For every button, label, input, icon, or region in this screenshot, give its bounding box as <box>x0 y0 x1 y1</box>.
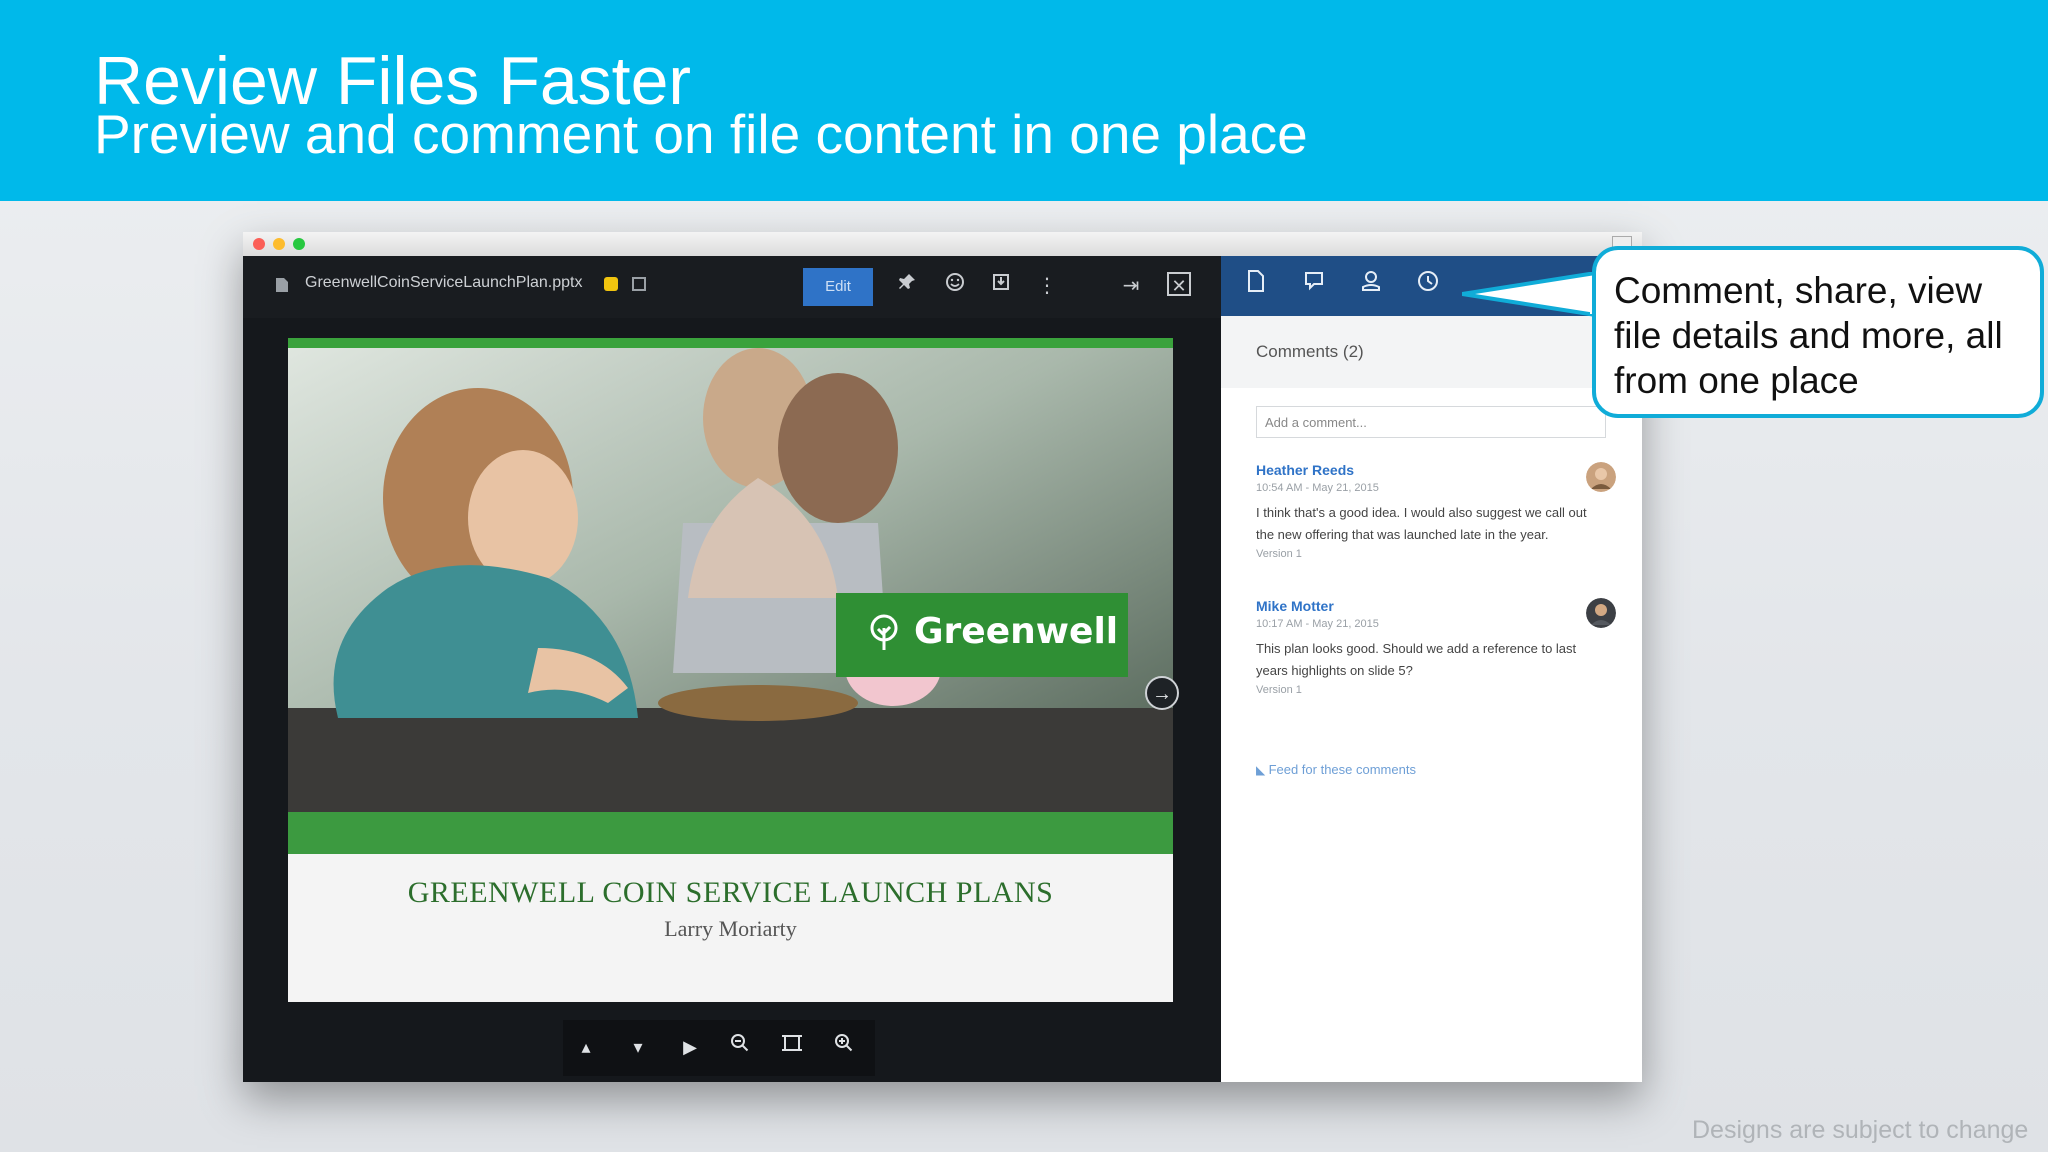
window-titlebar <box>243 232 1642 256</box>
slide-top-strip <box>288 338 1173 348</box>
comment-author[interactable]: Mike Motter <box>1256 598 1616 614</box>
feed-link[interactable]: ◣ Feed for these comments <box>1256 762 1416 777</box>
comment-item: Mike Motter 10:17 AM - May 21, 2015 This… <box>1256 598 1616 696</box>
header-banner: Review Files Faster Preview and comment … <box>0 0 2048 201</box>
logo-text: Greenwell <box>914 611 1119 652</box>
add-comment-input[interactable]: Add a comment... <box>1256 406 1606 438</box>
rss-icon: ◣ <box>1256 763 1269 777</box>
next-slide-icon[interactable]: → <box>1145 676 1179 710</box>
viewer-controls: ▴ ▾ ▶ <box>563 1020 875 1076</box>
history-icon[interactable] <box>1413 270 1443 300</box>
comment-timestamp: 10:17 AM - May 21, 2015 <box>1256 618 1379 630</box>
edit-button[interactable]: Edit <box>803 268 873 306</box>
pin-icon[interactable] <box>893 272 921 300</box>
play-icon[interactable]: ▶ <box>675 1032 705 1062</box>
slide-preview: Greenwell GREENWELL COIN SERVICE LAUNCH … <box>288 338 1173 1002</box>
page-subtitle: Preview and comment on file content in o… <box>94 103 1308 165</box>
maximize-window-button[interactable] <box>293 238 305 250</box>
comments-header: Comments (2) <box>1256 342 1364 361</box>
slide-author: Larry Moriarty <box>664 916 797 941</box>
info-icon[interactable] <box>632 277 646 291</box>
zoom-in-icon[interactable] <box>829 1032 859 1062</box>
zoom-out-icon[interactable] <box>725 1032 755 1062</box>
callout-text: Comment, share, view file details and mo… <box>1614 270 2003 401</box>
collapse-panel-icon[interactable]: ⇥ <box>1117 272 1145 300</box>
callout-pointer <box>1462 272 1602 318</box>
file-viewer: GreenwellCoinServiceLaunchPlan.pptx Edit… <box>243 256 1221 1082</box>
close-window-button[interactable] <box>253 238 265 250</box>
next-page-icon[interactable]: ▾ <box>623 1032 653 1062</box>
share-icon[interactable] <box>1356 270 1386 300</box>
feature-callout: Comment, share, view file details and mo… <box>1592 246 2044 418</box>
viewer-toolbar: GreenwellCoinServiceLaunchPlan.pptx Edit… <box>243 256 1221 318</box>
prev-page-icon[interactable]: ▴ <box>571 1032 601 1062</box>
greenwell-logo: Greenwell <box>836 593 1128 677</box>
download-icon[interactable] <box>987 272 1015 300</box>
slide-green-band <box>288 812 1173 854</box>
disclaimer-text: Designs are subject to change <box>1692 1116 2029 1144</box>
comment-author[interactable]: Heather Reeds <box>1256 462 1616 478</box>
comment-version: Version 1 <box>1256 548 1302 560</box>
smiley-icon[interactable] <box>941 272 969 300</box>
side-panel: Comments (2) Add a comment... Heather Re… <box>1221 256 1642 1082</box>
slide-title: GREENWELL COIN SERVICE LAUNCH PLANS <box>407 876 1054 909</box>
comments-header-bar: Comments (2) <box>1221 316 1642 388</box>
file-name: GreenwellCoinServiceLaunchPlan.pptx <box>305 274 583 291</box>
minimize-window-button[interactable] <box>273 238 285 250</box>
comments-icon[interactable] <box>1299 270 1329 300</box>
comment-version: Version 1 <box>1256 684 1302 696</box>
more-icon[interactable]: ⋮ <box>1033 272 1061 300</box>
avatar <box>1586 598 1616 628</box>
lock-icon <box>604 277 618 291</box>
avatar <box>1586 462 1616 492</box>
fit-to-screen-icon[interactable] <box>777 1032 807 1062</box>
slide-photo <box>288 348 1173 812</box>
file-info-icon[interactable] <box>1241 270 1271 300</box>
feed-link-label: Feed for these comments <box>1268 762 1416 777</box>
comment-body: I think that's a good idea. I would also… <box>1256 505 1587 542</box>
app-window: GreenwellCoinServiceLaunchPlan.pptx Edit… <box>243 232 1642 1082</box>
close-icon[interactable]: ✕ <box>1167 272 1191 296</box>
comment-item: Heather Reeds 10:54 AM - May 21, 2015 I … <box>1256 462 1616 560</box>
comment-body: This plan looks good. Should we add a re… <box>1256 641 1577 678</box>
comment-timestamp: 10:54 AM - May 21, 2015 <box>1256 482 1379 494</box>
tree-logo-icon <box>870 614 898 650</box>
file-type-icon <box>276 278 288 292</box>
